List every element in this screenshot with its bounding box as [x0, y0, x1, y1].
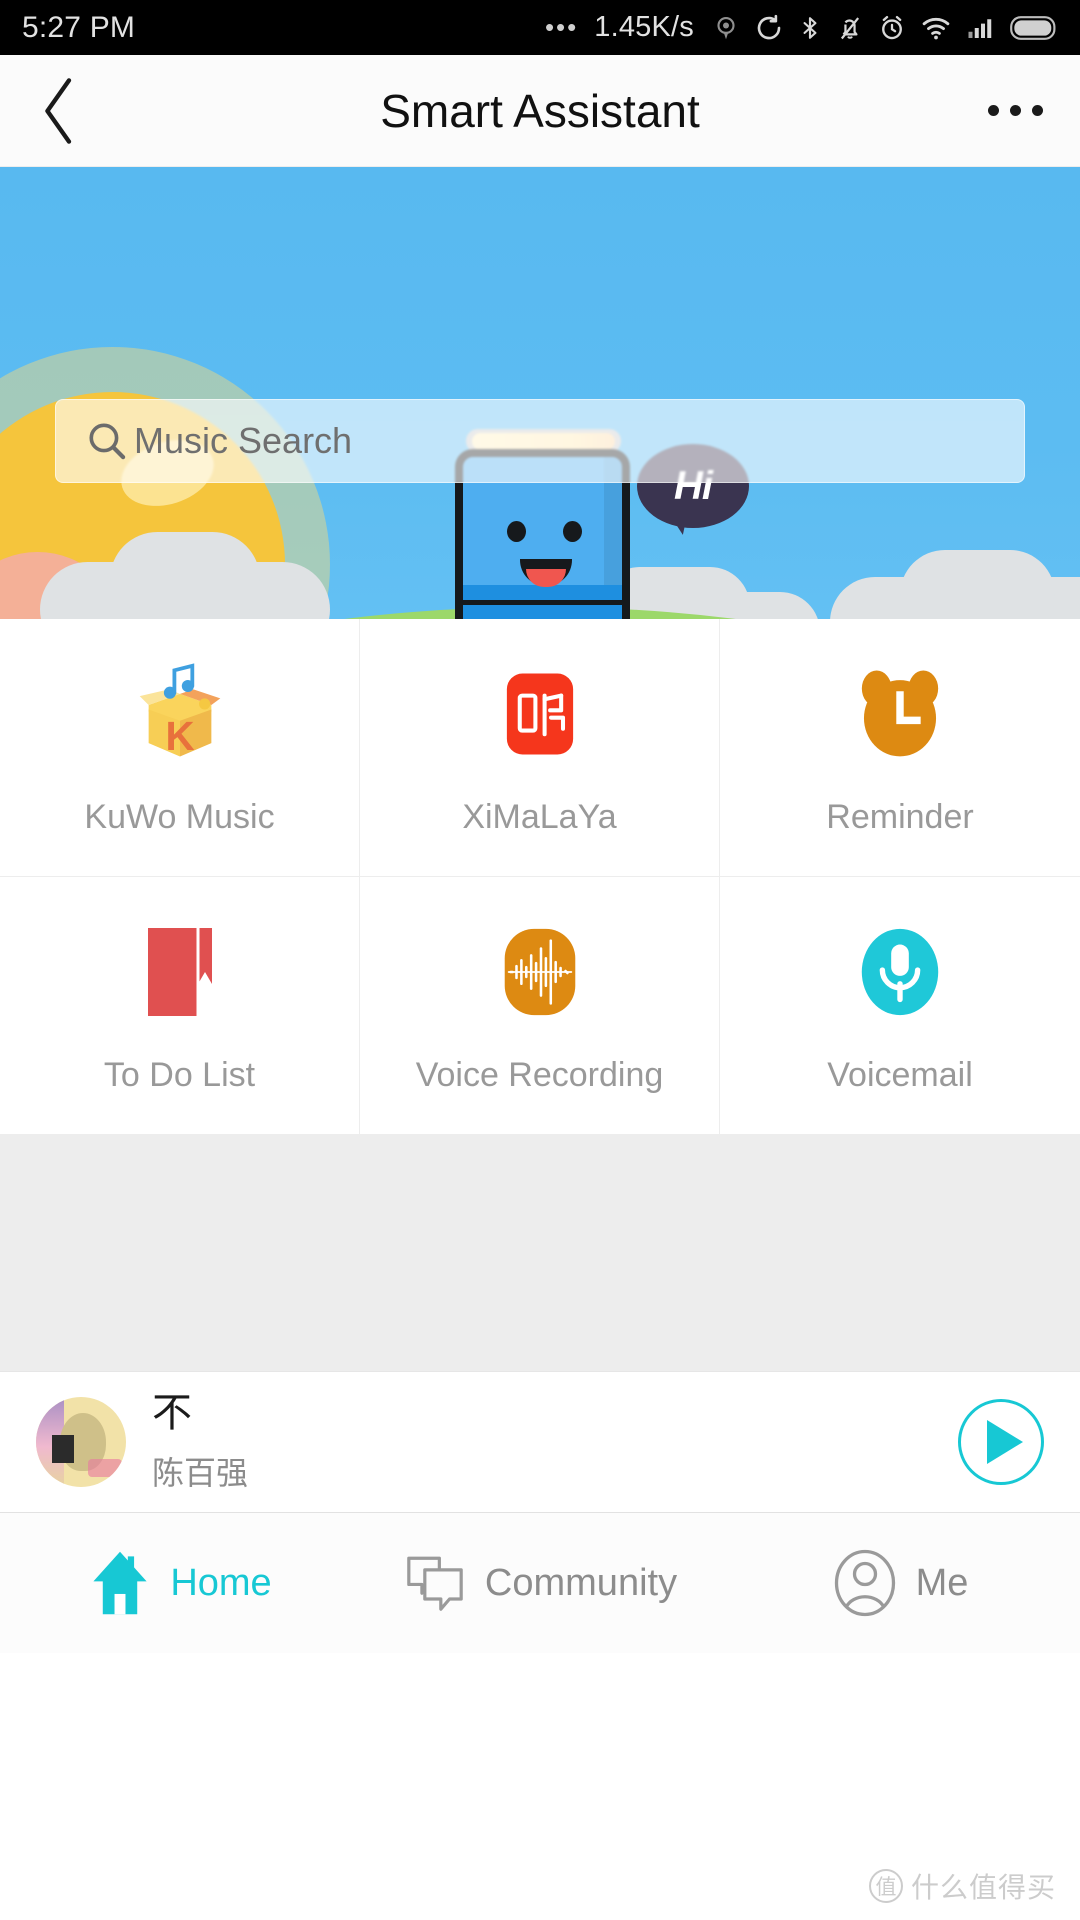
status-icons: ••• 1.45K/s — [545, 11, 1058, 44]
svg-text:K: K — [165, 713, 194, 759]
cloud-icon — [900, 550, 1055, 619]
mascot-eye-right — [563, 521, 582, 542]
grid-item-label: KuWo Music — [84, 798, 275, 836]
alarm-clock-icon — [847, 658, 953, 770]
person-icon — [834, 1549, 895, 1617]
watermark-text: 什么值得买 — [910, 1872, 1056, 1903]
sync-icon — [757, 14, 781, 39]
search-icon — [89, 423, 126, 460]
status-overflow-dots: ••• — [544, 12, 579, 42]
battery-icon — [1010, 15, 1056, 40]
grid-item-ximalaya[interactable]: XiMaLaYa — [360, 619, 720, 877]
mini-player[interactable]: 不 陈百强 — [0, 1371, 1080, 1513]
grid-item-label: XiMaLaYa — [462, 798, 617, 836]
album-art — [36, 1397, 126, 1487]
watermark: 值 什么值得买 — [868, 1866, 1056, 1906]
app-header: Smart Assistant — [0, 55, 1080, 167]
mute-icon — [840, 16, 860, 39]
status-bar: 5:27 PM ••• 1.45K/s — [0, 0, 1080, 55]
cloud-icon — [110, 532, 260, 619]
watermark-badge: 值 — [868, 1869, 903, 1903]
microphone-icon — [851, 916, 949, 1028]
hero-banner: Hi Music Search — [0, 167, 1080, 619]
search-bar[interactable]: Music Search — [55, 399, 1025, 483]
song-info: 不 陈百强 — [152, 1390, 248, 1494]
bookmark-icon — [134, 916, 226, 1028]
album-art-block — [52, 1435, 74, 1463]
nav-item-label: Me — [915, 1561, 969, 1604]
bottom-navigation: Home Community Me — [0, 1513, 1080, 1653]
kuwo-music-icon: K — [124, 658, 236, 770]
nav-item-label: Community — [484, 1561, 678, 1604]
grid-item-label: To Do List — [103, 1056, 256, 1094]
grid-item-label: Voice Recording — [415, 1056, 664, 1094]
network-speed-label: 1.45K/s — [594, 11, 694, 43]
grid-item-label: Reminder — [826, 798, 974, 836]
search-input[interactable]: Music Search — [134, 420, 352, 462]
ximalaya-icon — [494, 658, 586, 770]
waveform-icon — [491, 916, 589, 1028]
status-time: 5:27 PM — [22, 10, 136, 44]
grid-item-label: Voicemail — [827, 1056, 973, 1094]
nav-item-community[interactable]: Community — [360, 1513, 720, 1653]
wifi-icon — [922, 17, 950, 39]
play-button[interactable] — [958, 1399, 1044, 1485]
song-artist: 陈百强 — [152, 1455, 249, 1491]
alarm-icon — [882, 15, 902, 39]
mascot-eye-left — [507, 521, 526, 542]
content-spacer — [0, 1135, 1080, 1371]
album-art-text — [88, 1459, 122, 1477]
nav-item-label: Home — [170, 1561, 272, 1604]
play-icon — [987, 1420, 1023, 1464]
mascot-divider — [463, 600, 622, 605]
page-title: Smart Assistant — [380, 84, 700, 137]
bluetooth-icon — [803, 16, 817, 39]
nav-item-home[interactable]: Home — [0, 1513, 360, 1653]
chat-icon — [407, 1556, 463, 1611]
nav-item-me[interactable]: Me — [720, 1513, 1080, 1653]
home-icon — [93, 1551, 147, 1615]
grid-item-kuwo-music[interactable]: K KuWo Music — [0, 619, 360, 877]
signal-icon — [968, 18, 992, 38]
vpn-icon — [717, 16, 735, 39]
grid-item-voice-recording[interactable]: Voice Recording — [360, 877, 720, 1135]
song-title: 不 — [152, 1391, 192, 1435]
grid-item-reminder[interactable]: Reminder — [720, 619, 1080, 877]
app-grid: K KuWo Music XiMaLaYa Reminder To Do Lis… — [0, 619, 1080, 1135]
grid-item-voicemail[interactable]: Voicemail — [720, 877, 1080, 1135]
grid-item-todo-list[interactable]: To Do List — [0, 877, 360, 1135]
